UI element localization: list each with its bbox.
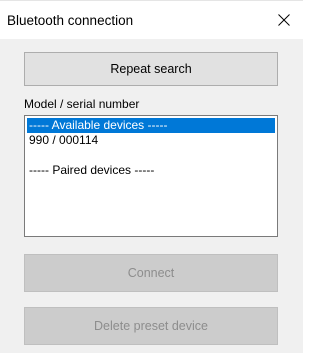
list-item-available-header[interactable]: ----- Available devices ----- — [27, 118, 275, 133]
close-button[interactable] — [265, 1, 303, 39]
connect-button[interactable]: Connect — [24, 254, 278, 292]
list-item-device[interactable]: 990 / 000114 — [27, 133, 275, 148]
device-listbox[interactable]: ----- Available devices ----- 990 / 0001… — [24, 115, 278, 237]
title-bar: Bluetooth connection — [0, 1, 303, 39]
close-icon — [278, 14, 290, 26]
repeat-search-button[interactable]: Repeat search — [24, 52, 278, 86]
delete-preset-device-button[interactable]: Delete preset device — [24, 307, 278, 345]
bluetooth-connection-dialog: Bluetooth connection Repeat search Model… — [0, 0, 303, 353]
list-item-paired-header[interactable]: ----- Paired devices ----- — [27, 163, 275, 178]
model-serial-label: Model / serial number — [24, 97, 140, 111]
window-title: Bluetooth connection — [7, 13, 134, 28]
list-item-blank[interactable] — [27, 148, 275, 163]
